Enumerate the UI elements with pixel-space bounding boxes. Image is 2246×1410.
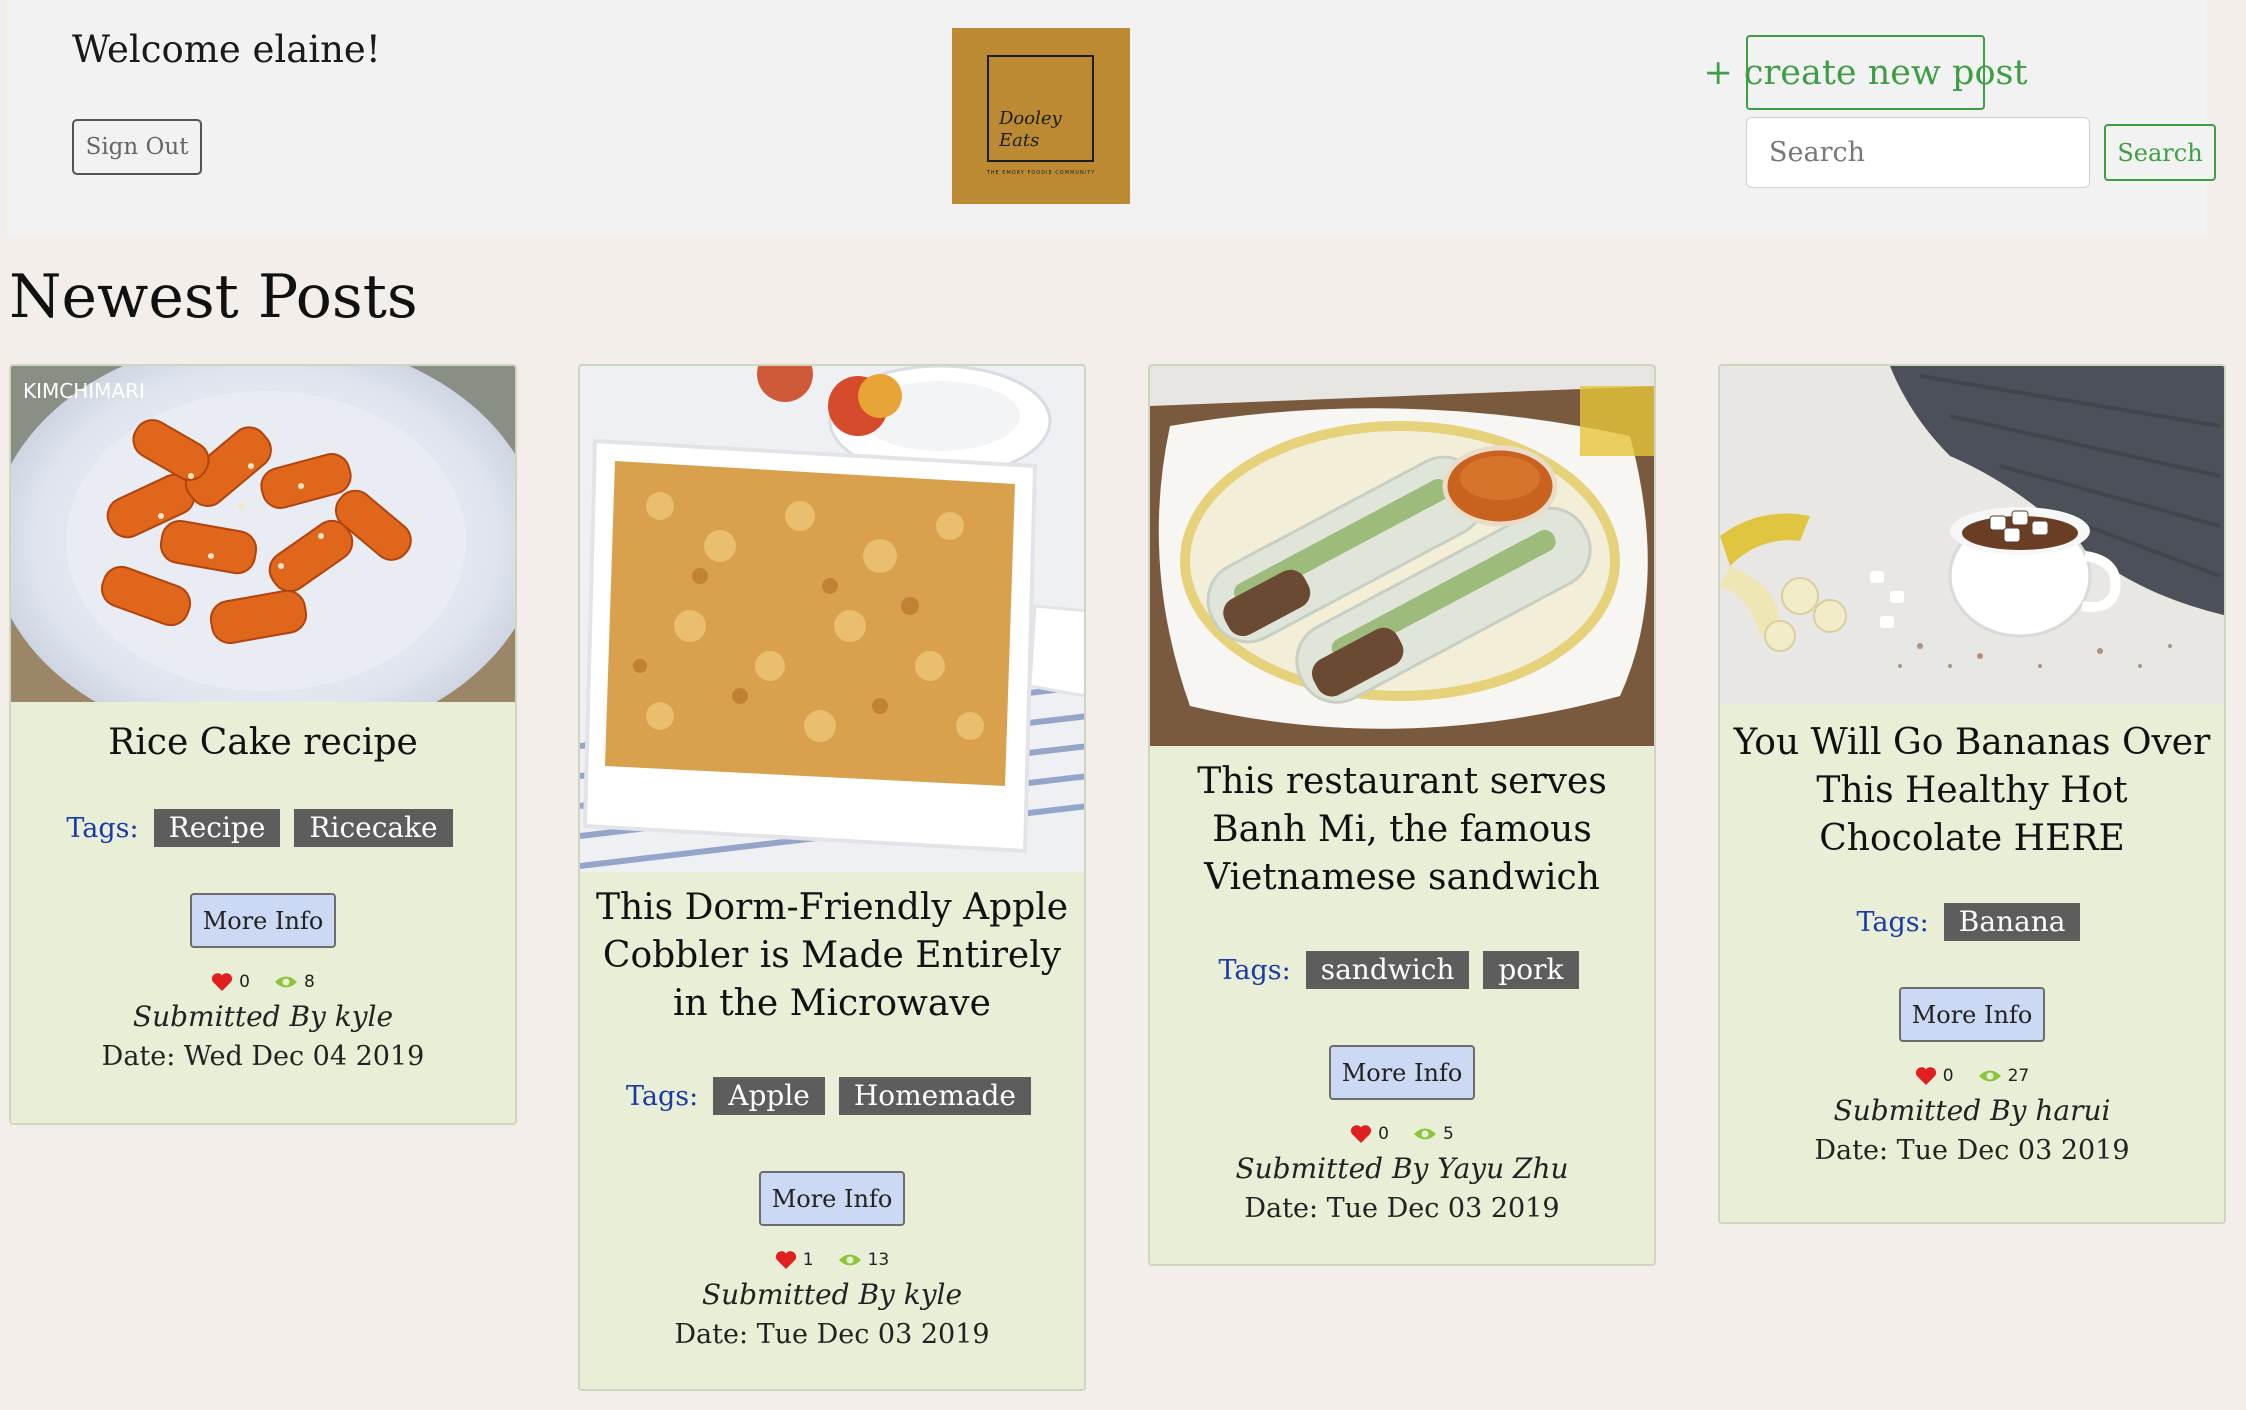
sign-out-button[interactable]: Sign Out	[72, 119, 202, 175]
tag-badge[interactable]: Banana	[1943, 903, 2081, 941]
submitted-by: Submitted By kyle	[701, 1278, 963, 1311]
logo-tagline: THE EMORY FOODIE COMMUNITY	[986, 170, 1096, 176]
hot-chocolate-photo	[1720, 366, 2224, 704]
post-stats: 0 5	[1150, 1124, 1654, 1144]
tag-badge[interactable]: Recipe	[153, 809, 281, 847]
like-count[interactable]: 0	[1350, 1124, 1389, 1144]
post-card: KIMCHIMARI Rice Cake recipe Tags: Recipe…	[9, 364, 517, 1125]
more-info-button[interactable]: More Info	[1329, 1045, 1475, 1100]
view-count: 27	[1978, 1066, 2030, 1086]
eye-icon	[275, 976, 297, 988]
image-watermark: KIMCHIMARI	[23, 379, 145, 403]
search-button[interactable]: Search	[2104, 124, 2216, 181]
tags-label: Tags:	[626, 1080, 699, 1112]
apple-cobbler-photo	[580, 366, 1084, 872]
banh-mi-photo	[1150, 366, 1654, 746]
submitted-by: Submitted By kyle	[132, 1000, 394, 1033]
post-image-hot-chocolate[interactable]	[1720, 366, 2224, 704]
like-count-value: 1	[802, 1250, 814, 1270]
like-count-value: 0	[239, 972, 250, 992]
post-image-banh-mi[interactable]	[1150, 366, 1654, 746]
post-title[interactable]: This restaurant serves Banh Mi, the famo…	[1150, 758, 1654, 902]
post-title[interactable]: You Will Go Bananas Over This Healthy Ho…	[1720, 719, 2224, 863]
post-card: This Dorm-Friendly Apple Cobbler is Made…	[578, 364, 1086, 1391]
post-card: This restaurant serves Banh Mi, the famo…	[1148, 364, 1656, 1266]
post-date: Date: Tue Dec 03 2019	[1244, 1193, 1560, 1224]
logo-line2: Eats	[999, 130, 1040, 151]
tag-badge[interactable]: pork	[1483, 951, 1579, 989]
view-count-value: 27	[2007, 1066, 2030, 1086]
welcome-message: Welcome elaine!	[72, 28, 381, 71]
post-title[interactable]: Rice Cake recipe	[11, 719, 515, 767]
logo-wordmark: Dooley Eats	[999, 108, 1062, 152]
section-title-newest-posts: Newest Posts	[9, 262, 418, 332]
tag-badge[interactable]: Homemade	[838, 1077, 1031, 1115]
tags-row: Tags: sandwich pork	[1150, 951, 1654, 989]
post-stats: 0 8	[11, 972, 515, 992]
header-bar: Welcome elaine! Sign Out Dooley Eats THE…	[7, 0, 2216, 235]
heart-icon	[1351, 1125, 1372, 1143]
post-date: Date: Tue Dec 03 2019	[1814, 1135, 2130, 1166]
view-count: 5	[1413, 1124, 1454, 1144]
tags-label: Tags:	[1856, 906, 1929, 938]
tags-row: Tags: Recipe Ricecake	[11, 809, 515, 847]
view-count-value: 8	[304, 972, 315, 992]
eye-icon	[1978, 1070, 2001, 1082]
heart-icon	[775, 1251, 796, 1269]
post-image-apple-cobbler[interactable]	[580, 366, 1084, 872]
tags-row: Tags: Banana	[1720, 903, 2224, 941]
view-count-value: 13	[867, 1250, 890, 1270]
more-info-button[interactable]: More Info	[759, 1171, 905, 1226]
like-count[interactable]: 0	[1915, 1066, 1954, 1086]
create-new-post-button[interactable]: + create new post	[1703, 35, 2028, 110]
view-count: 13	[838, 1250, 890, 1270]
rice-cake-photo: KIMCHIMARI	[11, 366, 515, 702]
search-input[interactable]	[1746, 117, 2090, 188]
view-count: 8	[274, 972, 315, 992]
submitted-by: Submitted By Yayu Zhu	[1235, 1152, 1569, 1185]
tag-badge[interactable]: sandwich	[1305, 951, 1470, 989]
like-count-value: 0	[1942, 1066, 1954, 1086]
tag-badge[interactable]: Ricecake	[294, 809, 453, 847]
view-count-value: 5	[1443, 1124, 1454, 1144]
like-count-value: 0	[1378, 1124, 1389, 1144]
tags-label: Tags:	[1218, 954, 1291, 986]
like-count[interactable]: 0	[211, 972, 250, 992]
tags-label: Tags:	[66, 812, 139, 844]
logo-line1: Dooley	[999, 108, 1062, 129]
heart-icon	[212, 973, 233, 991]
like-count[interactable]: 1	[775, 1250, 814, 1270]
tag-badge[interactable]: Apple	[713, 1077, 825, 1115]
post-date: Date: Tue Dec 03 2019	[674, 1319, 990, 1350]
post-image-rice-cake[interactable]: KIMCHIMARI	[11, 366, 515, 702]
eye-icon	[1414, 1128, 1436, 1140]
post-title[interactable]: This Dorm-Friendly Apple Cobbler is Made…	[580, 884, 1084, 1028]
post-stats: 1 13	[580, 1250, 1084, 1270]
eye-icon	[838, 1254, 861, 1266]
more-info-button[interactable]: More Info	[1899, 987, 2045, 1042]
tags-row: Tags: Apple Homemade	[580, 1077, 1084, 1115]
dooley-eats-logo[interactable]: Dooley Eats THE EMORY FOODIE COMMUNITY	[952, 28, 1130, 204]
post-date: Date: Wed Dec 04 2019	[101, 1041, 425, 1072]
more-info-button[interactable]: More Info	[190, 893, 336, 948]
heart-icon	[1915, 1067, 1936, 1085]
post-stats: 0 27	[1720, 1066, 2224, 1086]
submitted-by: Submitted By harui	[1833, 1094, 2111, 1127]
post-card: You Will Go Bananas Over This Healthy Ho…	[1718, 364, 2226, 1224]
